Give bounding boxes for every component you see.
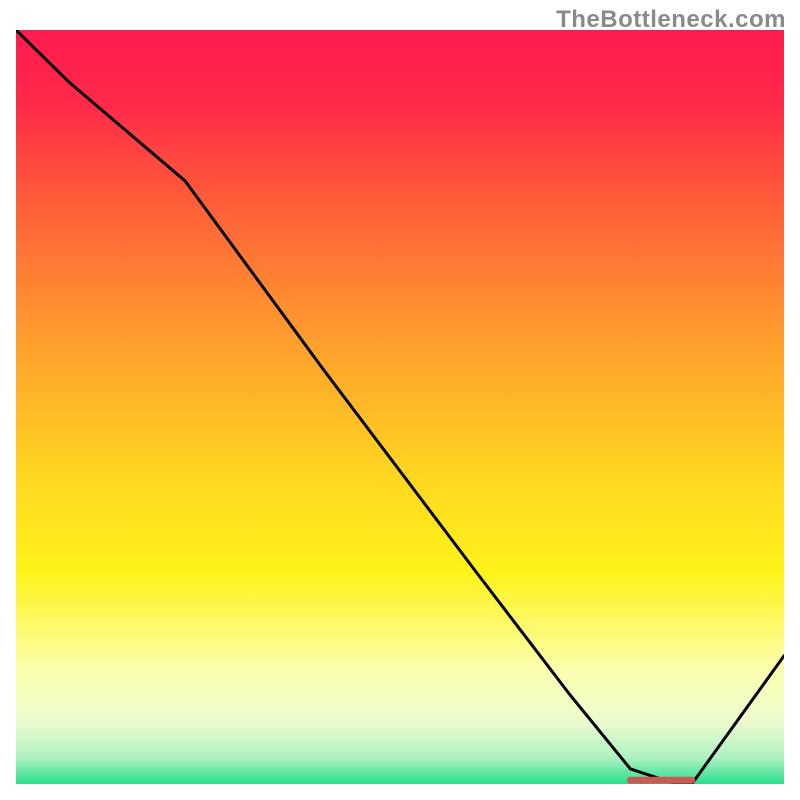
chart-background-gradient [16, 30, 784, 784]
chart-stage: TheBottleneck.com [0, 0, 800, 800]
chart-plot-area [16, 30, 784, 784]
chart-svg [16, 30, 784, 784]
